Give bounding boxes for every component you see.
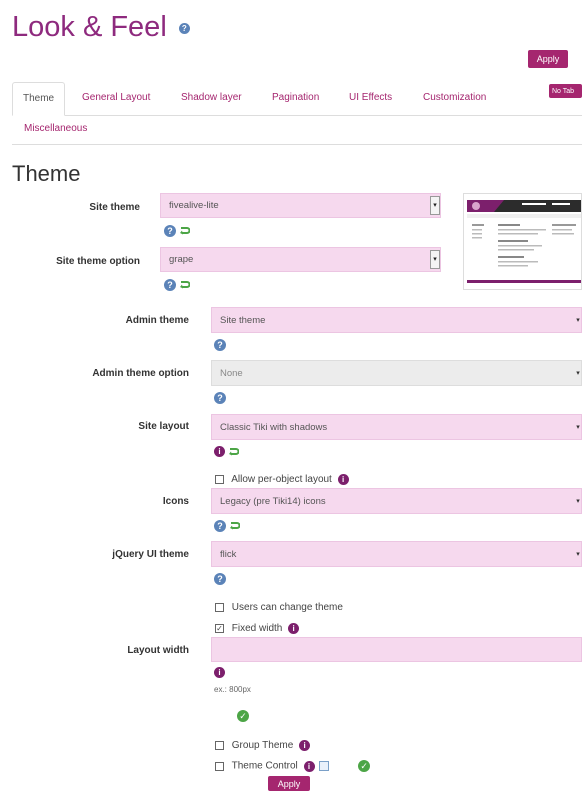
admin-theme-option-value: None (220, 367, 243, 379)
reset-icon[interactable] (180, 280, 191, 290)
site-layout-actions: i (214, 443, 240, 461)
admin-theme-select[interactable]: Site theme ▾ (211, 307, 582, 333)
site-layout-select[interactable]: Classic Tiki with shadows ▾ (211, 414, 582, 440)
tab-theme[interactable]: Theme (12, 82, 66, 116)
apply-top-button[interactable]: Apply (528, 50, 568, 68)
theme-preview-image (463, 193, 582, 290)
tab-shadow-layer[interactable]: Shadow layer (181, 82, 242, 114)
tab-general-layout[interactable]: General Layout (82, 82, 150, 114)
tab-ui-effects[interactable]: UI Effects (349, 82, 392, 114)
tab-shadow-layer-label: Shadow layer (181, 92, 242, 103)
info-icon[interactable]: i (214, 667, 225, 679)
dropdown-arrow-icon: ▾ (576, 370, 580, 377)
tab-bar: Theme General Layout Shadow layer Pagina… (12, 82, 582, 116)
layout-width-info: i (214, 664, 225, 682)
layout-width-status: ✓ (237, 707, 249, 725)
tab-pagination[interactable]: Pagination (272, 82, 319, 114)
site-theme-option-select[interactable]: grape ▾ (160, 247, 441, 272)
reset-icon[interactable] (229, 447, 240, 457)
icons-select[interactable]: Legacy (pre Tiki14) icons ▾ (211, 488, 582, 514)
info-icon[interactable]: i (214, 446, 225, 458)
icons-actions: ? (214, 517, 241, 535)
site-theme-value: fivealive-lite (169, 200, 219, 211)
info-icon[interactable]: i (288, 623, 300, 634)
dropdown-arrow-icon: ▾ (430, 250, 440, 269)
jquery-ui-theme-actions: ? (214, 570, 226, 588)
fixed-width-row: ✓ Fixed width i (215, 623, 300, 635)
apply-bottom-button[interactable]: Apply (268, 776, 310, 791)
theme-control-checkbox[interactable] (215, 761, 224, 771)
admin-theme-value: Site theme (220, 314, 266, 326)
page-title-text: Look & Feel (12, 11, 167, 43)
tab-ui-effects-label: UI Effects (349, 92, 393, 103)
dropdown-arrow-icon: ▾ (576, 424, 580, 431)
site-theme-actions: ? (164, 222, 191, 240)
group-theme-label: Group Theme (231, 740, 294, 752)
help-icon[interactable]: ? (178, 22, 190, 34)
admin-theme-actions: ? (214, 336, 226, 354)
site-theme-select[interactable]: fivealive-lite ▾ (160, 193, 441, 218)
check-icon: ✓ (237, 709, 249, 722)
tab-general-layout-label: General Layout (82, 92, 151, 103)
group-theme-row: Group Theme i (215, 740, 311, 752)
site-theme-label: Site theme (89, 202, 140, 213)
group-theme-checkbox[interactable] (215, 741, 224, 750)
reset-icon[interactable] (230, 521, 241, 531)
admin-theme-option-actions: ? (214, 389, 226, 407)
help-icon[interactable]: ? (214, 572, 226, 585)
layout-width-input[interactable] (211, 637, 582, 662)
apply-top-label: Apply (536, 54, 560, 64)
admin-theme-label: Admin theme (125, 315, 189, 326)
allow-per-object-row: Allow per-object layout i (215, 474, 349, 485)
dropdown-arrow-icon: ▾ (576, 551, 580, 558)
jquery-ui-theme-label: jQuery UI theme (112, 549, 189, 560)
fixed-width-label: Fixed width (231, 623, 283, 635)
site-layout-label: Site layout (138, 421, 189, 432)
allow-per-object-checkbox[interactable] (215, 475, 224, 484)
section-title: Theme (12, 161, 81, 186)
layout-width-label: Layout width (127, 645, 189, 656)
dropdown-arrow-icon: ▾ (430, 196, 440, 215)
help-icon[interactable]: ? (214, 519, 226, 532)
fixed-width-checkbox[interactable]: ✓ (215, 624, 224, 633)
tab-customization-label: Customization (423, 92, 487, 103)
users-change-theme-row: Users can change theme (215, 602, 343, 613)
tab-miscellaneous[interactable]: Miscellaneous (24, 123, 87, 134)
page-title: Look & Feel ? (12, 10, 190, 44)
icons-label: Icons (162, 496, 189, 507)
tab-customization[interactable]: Customization (423, 82, 486, 114)
allow-per-object-label: Allow per-object layout (231, 474, 332, 486)
tab-miscellaneous-label: Miscellaneous (24, 123, 88, 134)
info-icon[interactable]: i (299, 740, 311, 751)
help-icon[interactable]: ? (214, 391, 226, 404)
tab-pagination-label: Pagination (272, 92, 320, 103)
admin-theme-option-label: Admin theme option (92, 368, 189, 379)
theme-control-row: Theme Control i ✓ (215, 760, 371, 772)
theme-control-label: Theme Control (231, 760, 298, 772)
layout-width-hint: ex.: 800px (214, 685, 251, 694)
help-icon[interactable]: ? (164, 278, 176, 291)
table-icon[interactable] (319, 761, 330, 771)
reset-icon[interactable] (180, 226, 191, 236)
help-icon[interactable]: ? (164, 224, 176, 237)
info-icon[interactable]: i (303, 760, 315, 772)
jquery-ui-theme-value: flick (220, 548, 237, 560)
users-change-theme-checkbox[interactable] (215, 602, 224, 612)
tab-divider-bottom (12, 144, 582, 145)
check-icon: ✓ (358, 760, 371, 772)
site-theme-option-label: Site theme option (56, 256, 140, 267)
icons-value: Legacy (pre Tiki14) icons (220, 495, 326, 507)
site-theme-option-actions: ? (164, 276, 191, 294)
admin-theme-option-select[interactable]: None ▾ (211, 360, 582, 386)
site-theme-option-value: grape (169, 254, 194, 265)
site-layout-value: Classic Tiki with shadows (220, 421, 328, 433)
help-icon[interactable]: ? (214, 338, 226, 351)
dropdown-arrow-icon: ▾ (576, 498, 580, 505)
tab-theme-label: Theme (23, 93, 55, 104)
dropdown-arrow-icon: ▾ (576, 317, 580, 324)
jquery-ui-theme-select[interactable]: flick ▾ (211, 541, 582, 567)
apply-bottom-label: Apply (277, 778, 301, 789)
users-change-theme-label: Users can change theme (231, 602, 343, 613)
info-icon[interactable]: i (337, 474, 349, 485)
